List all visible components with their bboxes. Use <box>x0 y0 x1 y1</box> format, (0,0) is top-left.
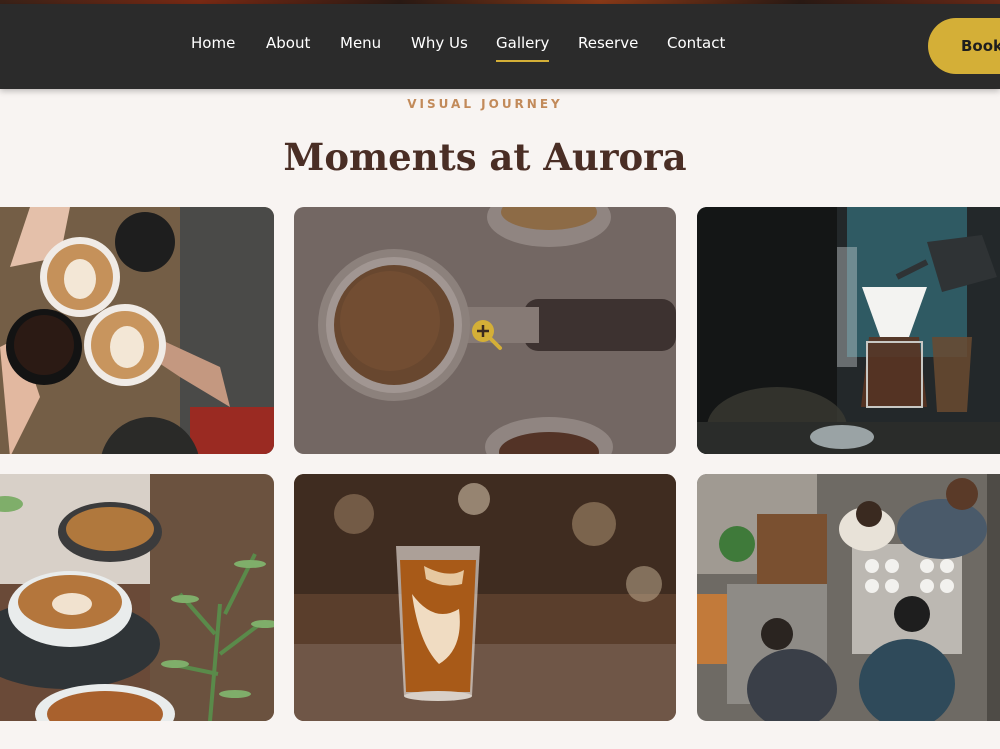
pour-over-bar-photo <box>697 207 1000 454</box>
nav-item-home[interactable]: Home <box>191 34 235 52</box>
nav-item-about[interactable]: About <box>266 34 310 52</box>
nav-item-gallery[interactable]: Gallery <box>496 34 550 62</box>
nav-item-contact[interactable]: Contact <box>667 34 725 52</box>
nav-links: Home About Menu Why Us Gallery Reserve C… <box>0 4 1000 89</box>
latte-cups-photo <box>0 474 274 721</box>
gallery-item-espresso-portafilter[interactable] <box>294 207 676 454</box>
baristas-photo <box>697 474 1000 721</box>
nav-item-why-us[interactable]: Why Us <box>411 34 468 52</box>
nav-item-reserve[interactable]: Reserve <box>578 34 638 52</box>
book-button[interactable]: Book <box>928 18 1000 74</box>
cheers-lattes-photo <box>0 207 274 454</box>
gallery-item-pour-over-bar[interactable] <box>697 207 1000 454</box>
gallery-item-latte-cups[interactable] <box>0 474 274 721</box>
iced-coffee-photo <box>294 474 676 721</box>
zoom-in-icon[interactable] <box>469 317 503 351</box>
gallery-item-cheers-lattes[interactable] <box>0 207 274 454</box>
nav-item-menu[interactable]: Menu <box>340 34 381 52</box>
section-title: Moments at Aurora <box>283 135 687 179</box>
section-eyebrow: VISUAL JOURNEY <box>407 97 563 111</box>
gallery-item-baristas[interactable] <box>697 474 1000 721</box>
gallery-item-iced-coffee[interactable] <box>294 474 676 721</box>
main-navbar: Home About Menu Why Us Gallery Reserve C… <box>0 4 1000 89</box>
